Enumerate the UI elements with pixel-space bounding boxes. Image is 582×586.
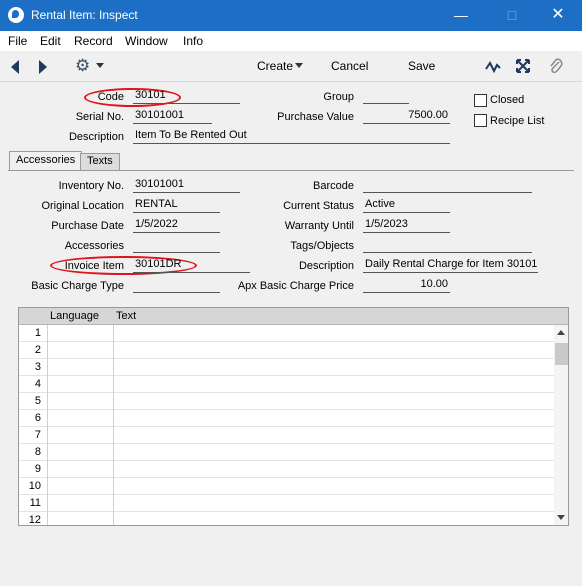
save-button[interactable]: Save	[408, 59, 435, 73]
maximize-icon[interactable]: □	[497, 4, 527, 26]
inventory-no-label: Inventory No.	[58, 180, 124, 192]
table-row[interactable]: 1	[19, 325, 554, 342]
group-label: Group	[323, 91, 354, 103]
previous-record-icon[interactable]	[11, 60, 19, 74]
code-label: Code	[97, 91, 124, 103]
row-number: 2	[34, 344, 41, 356]
scroll-down-icon[interactable]	[557, 515, 565, 520]
row-number: 4	[34, 378, 41, 390]
invoice-item-field[interactable]: 30101DR	[133, 258, 250, 273]
row-number: 1	[34, 327, 41, 339]
scrollbar-thumb[interactable]	[555, 343, 568, 365]
menu-edit[interactable]: Edit	[40, 34, 61, 48]
group-field[interactable]	[363, 89, 409, 104]
toolbar: ⚙ Create Cancel Save	[0, 51, 582, 82]
expand-icon[interactable]	[516, 59, 530, 73]
table-row[interactable]: 11	[19, 495, 554, 512]
grid-header: Language Text	[19, 308, 568, 325]
tags-objects-field[interactable]	[363, 238, 532, 253]
table-row[interactable]: 8	[19, 444, 554, 461]
activity-icon[interactable]	[485, 60, 501, 74]
current-status-field[interactable]: Active	[363, 198, 450, 213]
serial-field[interactable]: 30101001	[133, 109, 212, 124]
column-divider	[113, 325, 114, 525]
apx-basic-charge-price-field[interactable]: 10.00	[363, 278, 450, 293]
row-number: 3	[34, 361, 41, 373]
menu-bar: File Edit Record Window Info	[0, 31, 582, 51]
table-row[interactable]: 9	[19, 461, 554, 478]
tab-divider	[8, 170, 574, 171]
original-location-label: Original Location	[41, 200, 124, 212]
window-title: Rental Item: Inspect	[31, 8, 138, 22]
next-record-icon[interactable]	[39, 60, 47, 74]
app-icon	[8, 7, 24, 23]
menu-file[interactable]: File	[8, 34, 27, 48]
cancel-button[interactable]: Cancel	[331, 59, 368, 73]
basic-charge-type-field[interactable]	[133, 278, 220, 293]
closed-label: Closed	[490, 94, 525, 106]
current-status-label: Current Status	[283, 200, 354, 212]
serial-label: Serial No.	[75, 111, 124, 123]
text-grid[interactable]: Language Text 1 2 3 4 5 6 7 8 9 10 11 12	[18, 307, 569, 526]
invoice-item-label: Invoice Item	[64, 260, 124, 272]
row-number: 6	[34, 412, 41, 424]
row-number: 8	[34, 446, 41, 458]
scroll-up-icon[interactable]	[557, 330, 565, 335]
row-number: 7	[34, 429, 41, 441]
table-row[interactable]: 10	[19, 478, 554, 495]
column-language[interactable]: Language	[50, 310, 99, 322]
title-bar: Rental Item: Inspect — □ ✕	[0, 0, 582, 31]
closed-checkbox[interactable]	[474, 94, 487, 107]
barcode-label: Barcode	[313, 180, 354, 192]
table-row[interactable]: 2	[19, 342, 554, 359]
column-divider	[47, 325, 48, 525]
description-label: Description	[68, 131, 124, 143]
table-row[interactable]: 7	[19, 427, 554, 444]
vertical-scrollbar[interactable]	[554, 325, 568, 525]
purchase-date-field[interactable]: 1/5/2022	[133, 218, 220, 233]
code-field[interactable]: 30101	[133, 89, 240, 104]
table-row[interactable]: 5	[19, 393, 554, 410]
purchase-value-label: Purchase Value	[277, 111, 354, 123]
gear-icon[interactable]: ⚙	[75, 57, 90, 75]
basic-charge-type-label: Basic Charge Type	[31, 280, 124, 292]
row-number: 10	[28, 480, 41, 492]
table-row[interactable]: 4	[19, 376, 554, 393]
accessories-label: Accessories	[64, 240, 124, 252]
attachment-icon[interactable]	[549, 58, 563, 74]
minimize-icon[interactable]: —	[446, 4, 476, 26]
purchase-date-label: Purchase Date	[51, 220, 124, 232]
table-row[interactable]: 6	[19, 410, 554, 427]
recipe-list-checkbox[interactable]	[474, 114, 487, 127]
create-caret-icon[interactable]	[295, 63, 303, 68]
tab-texts[interactable]: Texts	[80, 153, 120, 170]
warranty-until-label: Warranty Until	[284, 220, 354, 232]
menu-info[interactable]: Info	[183, 34, 203, 48]
item-description-field[interactable]: Daily Rental Charge for Item 30101	[363, 258, 538, 273]
table-row[interactable]: 3	[19, 359, 554, 376]
menu-record[interactable]: Record	[74, 34, 113, 48]
item-description-label: Description	[298, 260, 354, 272]
accessories-field[interactable]	[133, 238, 220, 253]
tab-accessories[interactable]: Accessories	[9, 151, 83, 171]
row-number: 5	[34, 395, 41, 407]
row-number: 12	[28, 514, 41, 526]
create-button[interactable]: Create	[257, 59, 293, 73]
barcode-field[interactable]	[363, 178, 532, 193]
recipe-list-label: Recipe List	[490, 115, 545, 127]
description-field[interactable]: Item To Be Rented Out	[133, 129, 450, 144]
apx-basic-charge-price-label: Apx Basic Charge Price	[237, 280, 354, 292]
purchase-value-field[interactable]: 7500.00	[363, 109, 450, 124]
row-number: 11	[29, 497, 41, 509]
operations-caret-icon[interactable]	[96, 63, 104, 68]
menu-window[interactable]: Window	[125, 34, 168, 48]
original-location-field[interactable]: RENTAL	[133, 198, 220, 213]
table-row[interactable]: 12	[19, 512, 554, 526]
tags-objects-label: Tags/Objects	[290, 240, 354, 252]
row-number: 9	[34, 463, 41, 475]
close-icon[interactable]: ✕	[543, 4, 573, 26]
warranty-until-field[interactable]: 1/5/2023	[363, 218, 450, 233]
inventory-no-field[interactable]: 30101001	[133, 178, 240, 193]
column-text[interactable]: Text	[116, 310, 136, 322]
